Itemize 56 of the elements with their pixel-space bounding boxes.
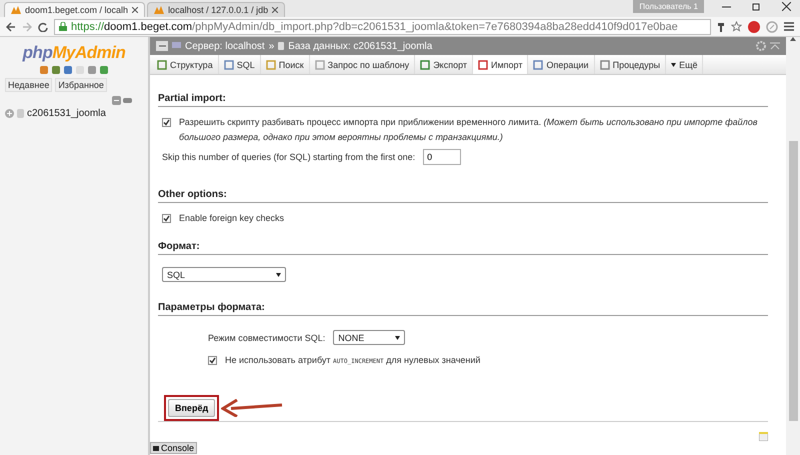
lock-icon — [59, 22, 67, 31]
tab[interactable]: Процедуры — [594, 55, 666, 74]
checkbox[interactable] — [162, 214, 171, 222]
address-field[interactable]: https://doom1.beget.com/phpMyAdmin/db_import.php?db=c2061531_joomla&token=7e7680394a8ba28edd410f9d017e0bae — [54, 18, 711, 34]
collapse-up-icon[interactable] — [770, 42, 780, 50]
tab[interactable]: Операции — [528, 55, 595, 74]
tab[interactable]: Поиск — [260, 55, 310, 74]
tab-title: doom1.beget.com / localh — [25, 5, 128, 15]
field-label: Режим совместимости SQL: — [208, 332, 326, 342]
console-icon — [153, 446, 159, 450]
compass-icon[interactable] — [766, 20, 778, 32]
breadcrumb-separator: » — [268, 40, 274, 52]
console-button[interactable]: Console — [150, 442, 198, 454]
input-field[interactable]: 0 — [423, 149, 462, 165]
option-label: Разрешить скрипту разбивать процесс импорта при приближении временного лимита. (Может быть использовано при импорте файлов большого размера, однако при этом вероятны проблемы с транзакциями.) — [179, 116, 758, 144]
collapse-icon[interactable] — [156, 41, 168, 51]
star-icon[interactable] — [731, 21, 742, 32]
caret-icon — [276, 272, 281, 276]
tab[interactable]: Ещё — [666, 55, 704, 74]
breadcrumb-link[interactable]: Сервер: localhost — [185, 40, 265, 52]
scrollbar-thumb[interactable] — [788, 141, 798, 421]
checkbox[interactable] — [208, 356, 217, 364]
flame-icon — [11, 6, 21, 14]
field-label: Skip this number of queries (for SQL) starting from the first one: — [162, 152, 416, 162]
section-heading: Partial import: — [158, 93, 768, 107]
close-icon[interactable] — [272, 7, 278, 13]
tree-item[interactable]: c2061531_joomla — [27, 108, 106, 119]
browser-tab[interactable]: localhost / 127.0.0.1 / jdb — [147, 2, 286, 17]
expand-icon[interactable] — [5, 109, 14, 118]
checkbox[interactable] — [162, 118, 171, 127]
breadcrumb-link[interactable]: База данных: c2061531_joomla — [288, 40, 432, 52]
sidebar-button[interactable]: Недавнее — [5, 78, 52, 92]
section-heading: Other options: — [158, 189, 768, 203]
sidebar-button[interactable]: Избранное — [55, 78, 107, 92]
caret-icon — [395, 336, 400, 340]
browser-tab[interactable]: doom1.beget.com / localh — [4, 2, 146, 17]
format-select[interactable]: SQL — [162, 267, 286, 282]
section-heading: Параметры формата: — [158, 302, 768, 316]
tab[interactable]: Импорт — [473, 55, 528, 74]
section-heading: Формат: — [158, 241, 768, 255]
option-label: Enable foreign key checks — [179, 213, 284, 223]
collapse-icon[interactable] — [112, 96, 121, 105]
back-icon[interactable] — [6, 22, 16, 32]
close-icon[interactable] — [132, 7, 138, 13]
caret-icon — [671, 62, 676, 66]
tab[interactable]: Структура — [152, 55, 219, 74]
tab[interactable]: Запрос по шаблону — [310, 55, 416, 74]
submit-button[interactable]: Вперёд — [168, 399, 216, 417]
arrow-icon — [221, 399, 284, 417]
settings-icon[interactable] — [756, 41, 766, 51]
compat-select[interactable]: NONE — [333, 330, 406, 345]
logo[interactable]: phpMyAdmin — [22, 43, 126, 63]
flame-icon — [154, 6, 164, 14]
tab-title: localhost / 127.0.0.1 / jdb — [168, 5, 268, 15]
menu-icon[interactable] — [784, 22, 794, 31]
tab[interactable]: SQL — [218, 55, 261, 74]
